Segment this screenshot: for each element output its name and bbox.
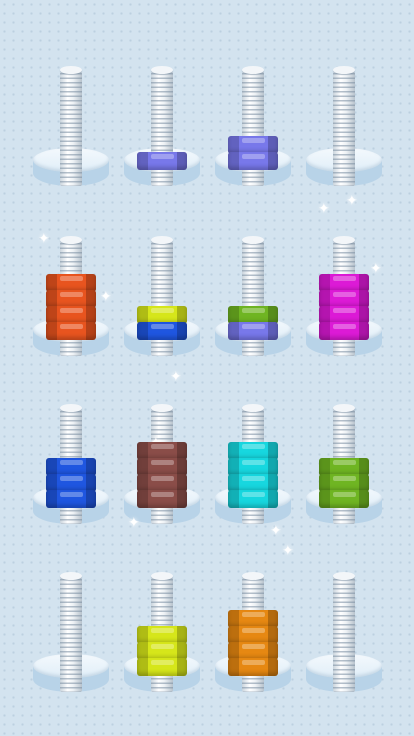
bolt-cap	[60, 572, 82, 580]
bolt-cap	[333, 404, 355, 412]
bolt-cap	[151, 404, 173, 412]
bolt-cap	[242, 572, 264, 580]
bolt-cap	[333, 66, 355, 74]
bolt-rod	[333, 576, 355, 692]
nut-magenta[interactable]	[319, 322, 369, 340]
bolt-cap	[333, 572, 355, 580]
bolt-rod	[60, 70, 82, 186]
bolt-rod	[333, 70, 355, 186]
bolt-cap	[151, 66, 173, 74]
bolt-cap	[60, 236, 82, 244]
bolt-12[interactable]	[304, 394, 384, 524]
bolt-cap	[60, 404, 82, 412]
bolt-6[interactable]	[122, 226, 202, 356]
bolt-10[interactable]	[122, 394, 202, 524]
sparkle-icon: ✦	[100, 289, 112, 305]
sparkle-icon: ✦	[270, 523, 282, 539]
nut-yellow[interactable]	[137, 658, 187, 676]
bolt-3[interactable]	[213, 56, 293, 186]
nut-periwinkle[interactable]	[228, 322, 278, 340]
nut-teal[interactable]	[228, 490, 278, 508]
bolt-16[interactable]	[304, 562, 384, 692]
nut-brown[interactable]	[137, 490, 187, 508]
bolt-rod	[60, 576, 82, 692]
sparkle-icon: ✦	[318, 201, 330, 217]
bolt-15[interactable]	[213, 562, 293, 692]
game-board: ✦✦✦✦✦✦✦✦✦✦✦	[0, 0, 414, 736]
nut-blue[interactable]	[137, 322, 187, 340]
bolt-1[interactable]	[31, 56, 111, 186]
bolt-cap	[242, 66, 264, 74]
bolt-2[interactable]	[122, 56, 202, 186]
sparkle-icon: ✦	[282, 543, 294, 559]
sparkle-icon: ✦	[38, 231, 50, 247]
bolt-9[interactable]	[31, 394, 111, 524]
bolt-cap	[242, 236, 264, 244]
nut-blue[interactable]	[46, 490, 96, 508]
nut-orange[interactable]	[46, 322, 96, 340]
nut-amber[interactable]	[228, 658, 278, 676]
sparkle-icon: ✦	[370, 261, 382, 277]
bolt-11[interactable]	[213, 394, 293, 524]
nut-periwinkle[interactable]	[137, 152, 187, 170]
bolt-cap	[151, 236, 173, 244]
bolt-14[interactable]	[122, 562, 202, 692]
bolt-cap	[333, 236, 355, 244]
bolt-cap	[60, 66, 82, 74]
bolt-13[interactable]	[31, 562, 111, 692]
sparkle-icon: ✦	[128, 515, 140, 531]
bolt-7[interactable]	[213, 226, 293, 356]
bolt-4[interactable]	[304, 56, 384, 186]
bolt-cap	[242, 404, 264, 412]
nut-periwinkle[interactable]	[228, 152, 278, 170]
bolt-8[interactable]	[304, 226, 384, 356]
bolt-cap	[151, 572, 173, 580]
nut-green[interactable]	[319, 490, 369, 508]
sparkle-icon: ✦	[346, 193, 358, 209]
sparkle-icon: ✦	[170, 369, 182, 385]
